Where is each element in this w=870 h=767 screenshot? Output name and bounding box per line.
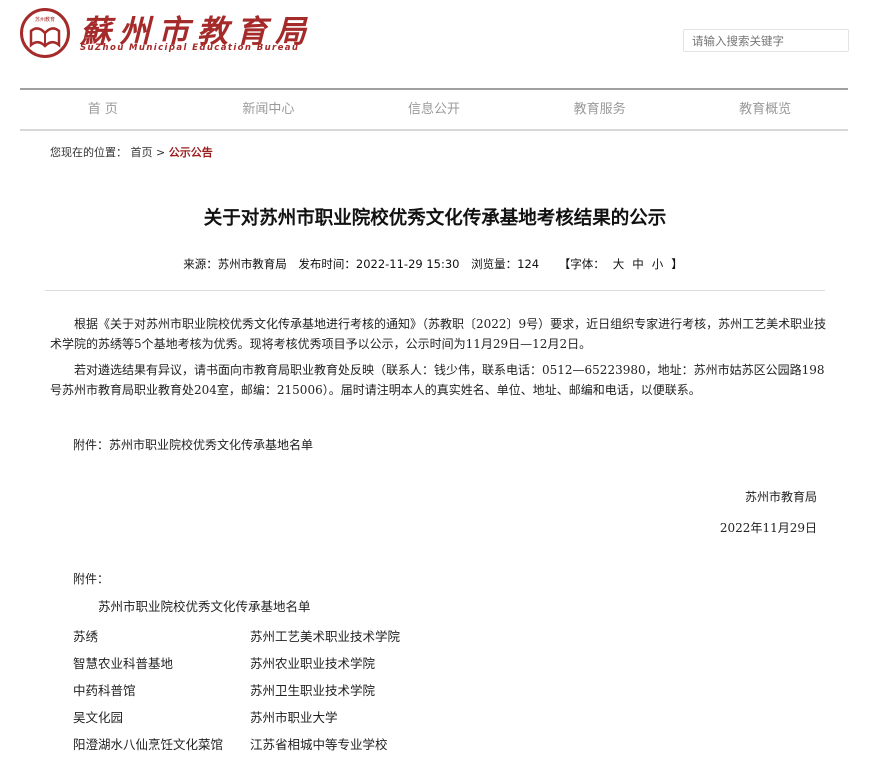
breadcrumb-home-link[interactable]: 首页 bbox=[131, 146, 153, 159]
article-meta: 来源：苏州市教育局 发布时间：2022-11-29 15:30 浏览量：124 … bbox=[0, 256, 870, 272]
nav-item-education-overview[interactable]: 教育概览 bbox=[682, 90, 848, 129]
article-title: 关于对苏州市职业院校优秀文化传承基地考核结果的公示 bbox=[203, 208, 667, 229]
annex-table: 苏绣 苏州工艺美术职业技术学院 智慧农业科普基地 苏州农业职业技术学院 中药科普… bbox=[73, 622, 400, 757]
table-row: 苏绣 苏州工艺美术职业技术学院 bbox=[73, 622, 400, 649]
open-book-icon bbox=[29, 27, 61, 48]
font-size-suffix: 】 bbox=[671, 257, 683, 271]
table-row: 中药科普馆 苏州卫生职业技术学院 bbox=[73, 676, 400, 703]
nav-item-home[interactable]: 首 页 bbox=[20, 90, 186, 129]
table-row: 吴文化园 苏州市职业大学 bbox=[73, 703, 400, 730]
font-size-large-link[interactable]: 大 bbox=[613, 257, 625, 271]
table-row: 智慧农业科普基地 苏州农业职业技术学院 bbox=[73, 649, 400, 676]
breadcrumb-current-link[interactable]: 公示公告 bbox=[169, 146, 213, 159]
nav-item-news[interactable]: 新闻中心 bbox=[186, 90, 352, 129]
school-name-cell: 苏州农业职业技术学院 bbox=[250, 656, 376, 671]
school-name-cell: 苏州工艺美术职业技术学院 bbox=[250, 629, 401, 644]
site-header: 苏州教育 蘇州市教育局 SuZhou Municipal Education B… bbox=[0, 0, 870, 88]
nav-item-education-services[interactable]: 教育服务 bbox=[517, 90, 683, 129]
annex-label: 附件： bbox=[73, 572, 110, 586]
search-input[interactable] bbox=[683, 29, 849, 52]
article-source: 来源：苏州市教育局 bbox=[183, 257, 287, 271]
main-nav: 首 页 新闻中心 信息公开 教育服务 教育概览 bbox=[20, 88, 848, 131]
school-name-cell: 苏州市职业大学 bbox=[250, 710, 338, 725]
base-name-cell: 中药科普馆 bbox=[73, 683, 136, 698]
article-paragraph: 根据《关于对苏州市职业院校优秀文化传承基地进行考核的通知》（苏教职〔2022〕9… bbox=[50, 317, 827, 351]
base-name-cell: 苏绣 bbox=[73, 629, 99, 644]
article-publish-time: 发布时间：2022-11-29 15:30 bbox=[298, 257, 460, 271]
table-row: 阳澄湖水八仙烹饪文化菜馆 江苏省相城中等专业学校 bbox=[73, 730, 400, 757]
attachment-link[interactable]: 附件：苏州市职业院校优秀文化传承基地名单 bbox=[73, 436, 313, 453]
font-size-medium-link[interactable]: 中 bbox=[632, 257, 644, 271]
base-name-cell: 智慧农业科普基地 bbox=[73, 656, 174, 671]
article-paragraph: 若对遴选结果有异议，请书面向市教育局职业教育处反映（联系人：钱少伟，联系电话：0… bbox=[50, 363, 825, 397]
school-name-cell: 江苏省相城中等专业学校 bbox=[250, 737, 388, 752]
logo-small-text: 苏州教育 bbox=[34, 17, 55, 23]
nav-item-info-disclosure[interactable]: 信息公开 bbox=[351, 90, 517, 129]
title-divider bbox=[45, 290, 825, 291]
signature-org: 苏州市教育局 bbox=[744, 490, 817, 504]
school-name-cell: 苏州卫生职业技术学院 bbox=[250, 683, 376, 698]
article-body: 根据《关于对苏州市职业院校优秀文化传承基地进行考核的通知》（苏教职〔2022〕9… bbox=[50, 314, 830, 400]
base-name-cell: 吴文化园 bbox=[73, 710, 124, 725]
font-size-small-link[interactable]: 小 bbox=[652, 257, 664, 271]
breadcrumb-prefix: 您现在的位置： bbox=[50, 146, 127, 159]
signature-date: 2022年11月29日 bbox=[719, 521, 817, 535]
logo-emblem-icon[interactable]: 苏州教育 bbox=[20, 8, 70, 58]
font-size-prefix: 【字体： bbox=[558, 257, 605, 271]
base-name-cell: 阳澄湖水八仙烹饪文化菜馆 bbox=[73, 737, 224, 752]
signature-block: 苏州市教育局 2022年11月29日 bbox=[720, 488, 817, 536]
article-view-count: 浏览量：124 bbox=[471, 257, 540, 271]
breadcrumb-separator: > bbox=[156, 146, 166, 159]
logo-english-title: SuZhou Municipal Education Bureau bbox=[80, 43, 300, 53]
annex-title: 苏州市职业院校优秀文化传承基地名单 bbox=[98, 599, 311, 614]
breadcrumb: 您现在的位置： 首页 > 公示公告 bbox=[50, 144, 213, 160]
